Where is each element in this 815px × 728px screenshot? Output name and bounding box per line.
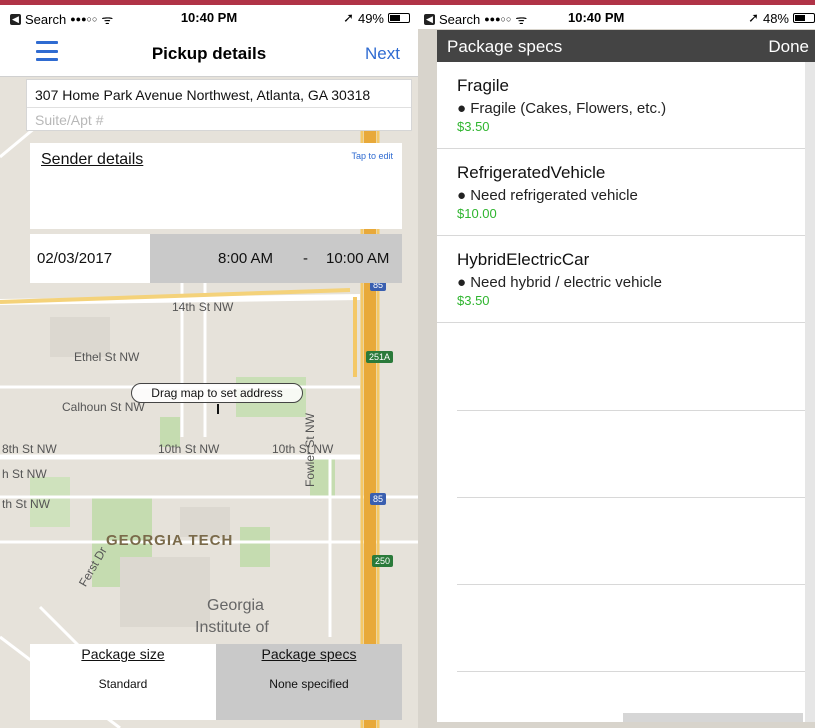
pickup-date-value: 02/03/2017: [37, 250, 113, 267]
pickup-date-field[interactable]: 02/03/2017: [30, 234, 150, 283]
time-range-separator: -: [303, 250, 308, 267]
map-street-label: 8th St NW: [2, 442, 57, 456]
drag-map-hint: Drag map to set address: [131, 383, 303, 403]
screenshot-root: ◀ Search ●●●○○ ᯤ 10:40 PM ➚ 49% Pickup d…: [0, 0, 815, 728]
package-specs-header: Package specs Done: [437, 30, 815, 62]
pickup-schedule-row: 02/03/2017 8:00 AM - 10:00 AM: [30, 234, 402, 283]
spec-name: HybridElectricCar: [457, 250, 590, 269]
back-to-search-icon[interactable]: ◀: [424, 13, 435, 25]
spec-description: ● Need refrigerated vehicle: [457, 187, 638, 204]
battery-icon: [388, 13, 410, 23]
spec-option-hybrid[interactable]: HybridElectricCar ● Need hybrid / electr…: [437, 236, 805, 323]
list-divider: [457, 497, 805, 498]
battery-icon: [793, 13, 815, 23]
battery-percent: 49%: [357, 10, 384, 26]
map-campus-label: GEORGIA TECH: [106, 532, 234, 549]
map-place-label: Institute of: [195, 619, 269, 636]
spec-description: ● Fragile (Cakes, Flowers, etc.): [457, 100, 667, 117]
spec-price: $10.00: [457, 206, 497, 221]
page-title: Pickup details: [151, 44, 267, 63]
background-edge: [805, 62, 815, 722]
pickup-start-time[interactable]: 8:00 AM: [218, 250, 273, 267]
location-icon: ➚: [343, 10, 354, 25]
spec-price: $3.50: [457, 119, 490, 134]
map-street-label: 10th St NW: [158, 442, 220, 456]
pickup-details-screen: ◀ Search ●●●○○ ᯤ 10:40 PM ➚ 49% Pickup d…: [0, 0, 418, 728]
package-size-section[interactable]: Package size Standard: [30, 644, 216, 720]
location-icon: ➚: [748, 10, 759, 25]
spec-name: Fragile: [457, 76, 509, 95]
pickup-address-card: 307 Home Park Avenue Northwest, Atlanta,…: [26, 79, 412, 131]
sender-details-card[interactable]: Sender details Tap to edit: [30, 143, 402, 229]
spec-name: RefrigeratedVehicle: [457, 163, 606, 182]
tap-to-edit-hint[interactable]: Tap to edit: [351, 151, 393, 161]
status-bar: ◀ Search ●●●○○ ᯤ 10:40 PM ➚ 49%: [0, 5, 418, 29]
map-street-label: h St NW: [2, 467, 47, 481]
map-street-label: Ethel St NW: [74, 350, 140, 364]
map-street-label: Calhoun St NW: [62, 400, 145, 414]
map-street-label: th St NW: [2, 497, 51, 511]
exit-shield: 250: [372, 555, 394, 567]
status-bar: ◀ Search ●●●○○ ᯤ 10:40 PM ➚ 48%: [418, 5, 815, 29]
signal-icon: ●●●○○: [484, 14, 512, 24]
sheet-title: Package specs: [447, 37, 563, 56]
package-panel: Package size Standard Package specs None…: [30, 644, 402, 720]
spec-description: ● Need hybrid / electric vehicle: [457, 274, 662, 291]
pickup-end-time[interactable]: 10:00 AM: [326, 250, 389, 267]
package-specs-screen: ◀ Search ●●●○○ ᯤ 10:40 PM ➚ 48% Package …: [418, 0, 815, 728]
list-divider: [457, 671, 805, 672]
spec-price: $3.50: [457, 293, 490, 308]
wifi-icon: ᯤ: [515, 12, 528, 27]
sender-details-title[interactable]: Sender details: [41, 151, 143, 169]
next-button[interactable]: Next: [365, 44, 400, 64]
status-time: 10:40 PM: [568, 10, 625, 25]
package-specs-section[interactable]: Package specs None specified: [216, 644, 402, 720]
exit-shield: 251A: [366, 351, 394, 363]
suite-apt-field[interactable]: Suite/Apt #: [35, 112, 104, 128]
map-street-label: 14th St NW: [172, 300, 234, 314]
spec-option-refrigerated[interactable]: RefrigeratedVehicle ● Need refrigerated …: [437, 149, 805, 236]
home-indicator-area: [623, 713, 803, 722]
map-pin-marker: [217, 404, 219, 414]
navigation-bar: Pickup details Next: [0, 29, 418, 77]
map-place-label: Georgia: [207, 597, 264, 614]
map-street-label: Fowler St NW: [303, 412, 317, 487]
list-divider: [457, 410, 805, 411]
address-divider: [27, 107, 411, 108]
carrier-label: Search: [439, 11, 481, 27]
spec-option-fragile[interactable]: Fragile ● Fragile (Cakes, Flowers, etc.)…: [437, 62, 805, 149]
done-button[interactable]: Done: [768, 37, 809, 57]
package-specs-list: Fragile ● Fragile (Cakes, Flowers, etc.)…: [437, 62, 805, 722]
package-specs-value: None specified: [269, 677, 349, 691]
pickup-address-field[interactable]: 307 Home Park Avenue Northwest, Atlanta,…: [35, 87, 370, 103]
battery-percent: 48%: [762, 10, 789, 26]
list-divider: [457, 584, 805, 585]
interstate-shield: 85: [370, 493, 387, 505]
package-specs-label[interactable]: Package specs: [216, 646, 402, 662]
package-size-label[interactable]: Package size: [30, 646, 216, 662]
package-size-value: Standard: [98, 677, 148, 691]
